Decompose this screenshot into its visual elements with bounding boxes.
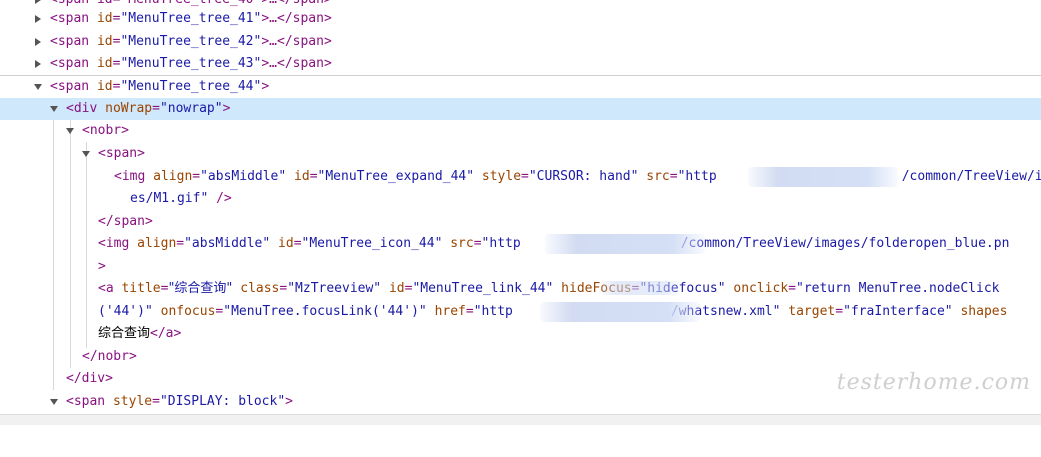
redacted-url — [540, 302, 700, 322]
dom-node-row[interactable]: <span id="MenuTree_tree_43">…</span> — [0, 53, 1041, 75]
dom-node-row[interactable]: <span> — [0, 143, 1041, 165]
expand-arrow-icon[interactable] — [35, 38, 41, 46]
horizontal-scrollbar[interactable] — [0, 414, 1041, 425]
collapse-arrow-icon[interactable] — [82, 151, 90, 157]
dom-node-text: <span> — [98, 146, 145, 161]
attr-value: "MenuTree_tree_44" — [120, 79, 262, 94]
dom-node-code: <span id="MenuTree_tree_42">…</span> — [50, 34, 332, 49]
redacted-url — [545, 234, 705, 254]
expand-arrow-icon[interactable] — [35, 60, 41, 68]
collapse-arrow-icon[interactable] — [50, 106, 58, 112]
dom-node-row[interactable]: <nobr> — [0, 120, 1041, 142]
dom-node-code: es/M1.gif" /> — [130, 191, 232, 206]
tag-rest: >…</span> — [261, 34, 332, 49]
redacted-url — [600, 281, 680, 295]
dom-node-row[interactable]: </nobr> — [0, 346, 1041, 368]
attr-name: id — [96, 11, 113, 26]
dom-node-code: 综合查询</a> — [98, 326, 182, 341]
attr-value: "MenuTree_tree_41" — [120, 11, 262, 26]
expand-arrow-icon[interactable] — [35, 0, 41, 4]
dom-node-row[interactable]: <a title="综合查询" class="MzTreeview" id="M… — [0, 278, 1041, 300]
attr-name: id — [96, 56, 113, 71]
collapse-arrow-icon[interactable] — [34, 84, 42, 90]
attr-name: noWrap — [105, 101, 153, 116]
dom-node-row[interactable]: > — [0, 256, 1041, 278]
dom-node-row[interactable]: <img align="absMiddle" id="MenuTree_icon… — [0, 233, 1041, 255]
dom-node-row[interactable]: <span id="MenuTree_tree_44"> — [0, 76, 1041, 98]
attr-value: "MenuTree_tree_42" — [120, 34, 262, 49]
collapse-arrow-icon[interactable] — [66, 128, 74, 134]
dom-node-row[interactable]: ('44')" onfocus="MenuTree.focusLink('44'… — [0, 301, 1041, 323]
tag-open: <span — [50, 79, 90, 94]
dom-node-text: </nobr> — [82, 349, 137, 364]
dom-node-code: <div noWrap="nowrap"> — [66, 101, 231, 116]
tag-rest: >…</span> — [261, 56, 332, 71]
dom-node-code: <span id="MenuTree_tree_41">…</span> — [50, 11, 332, 26]
tag-rest: > — [261, 79, 270, 94]
dom-node-row[interactable]: 综合查询</a> — [0, 323, 1041, 345]
dom-node-code: <span style="DISPLAY: block"> — [66, 394, 293, 409]
attr-value: "MenuTree_tree_43" — [120, 56, 262, 71]
dom-node-text: </span> — [98, 214, 153, 229]
dom-node-code: <a title="综合查询" class="MzTreeview" id="M… — [98, 281, 1000, 296]
tag-open: <span — [50, 56, 90, 71]
watermark: testerhome.com — [836, 370, 1031, 395]
tag-open: <span — [50, 34, 90, 49]
dom-node-code: <span id="MenuTree_tree_44"> — [50, 79, 270, 94]
dom-node-code: <span id="MenuTree_tree_43">…</span> — [50, 56, 332, 71]
tag-open: <span — [50, 11, 90, 26]
attr-name: id — [96, 34, 113, 49]
expand-arrow-icon[interactable] — [35, 15, 41, 23]
tag-open: <div — [66, 101, 98, 116]
dom-node-row[interactable]: </span> — [0, 211, 1041, 233]
tag-rest: >…</span> — [261, 11, 332, 26]
redacted-url — [748, 167, 898, 187]
dom-node-row[interactable]: <span id="MenuTree_tree_41">…</span> — [0, 8, 1041, 30]
attr-value: "nowrap" — [159, 101, 223, 116]
dom-node-row[interactable]: es/M1.gif" /> — [0, 188, 1041, 210]
collapse-arrow-icon[interactable] — [50, 399, 58, 405]
dom-node-text: > — [98, 259, 106, 274]
dom-node-code: <img align="absMiddle" id="MenuTree_expa… — [114, 169, 1041, 184]
dom-node-text: </div> — [66, 371, 113, 386]
dom-node-row[interactable]: <span id="MenuTree_tree_42">…</span> — [0, 31, 1041, 53]
dom-node-row-selected[interactable]: <div noWrap="nowrap"> — [0, 98, 1041, 120]
attr-name: id — [96, 79, 113, 94]
dom-node-text: <nobr> — [82, 123, 129, 138]
tag-rest: > — [222, 101, 231, 116]
